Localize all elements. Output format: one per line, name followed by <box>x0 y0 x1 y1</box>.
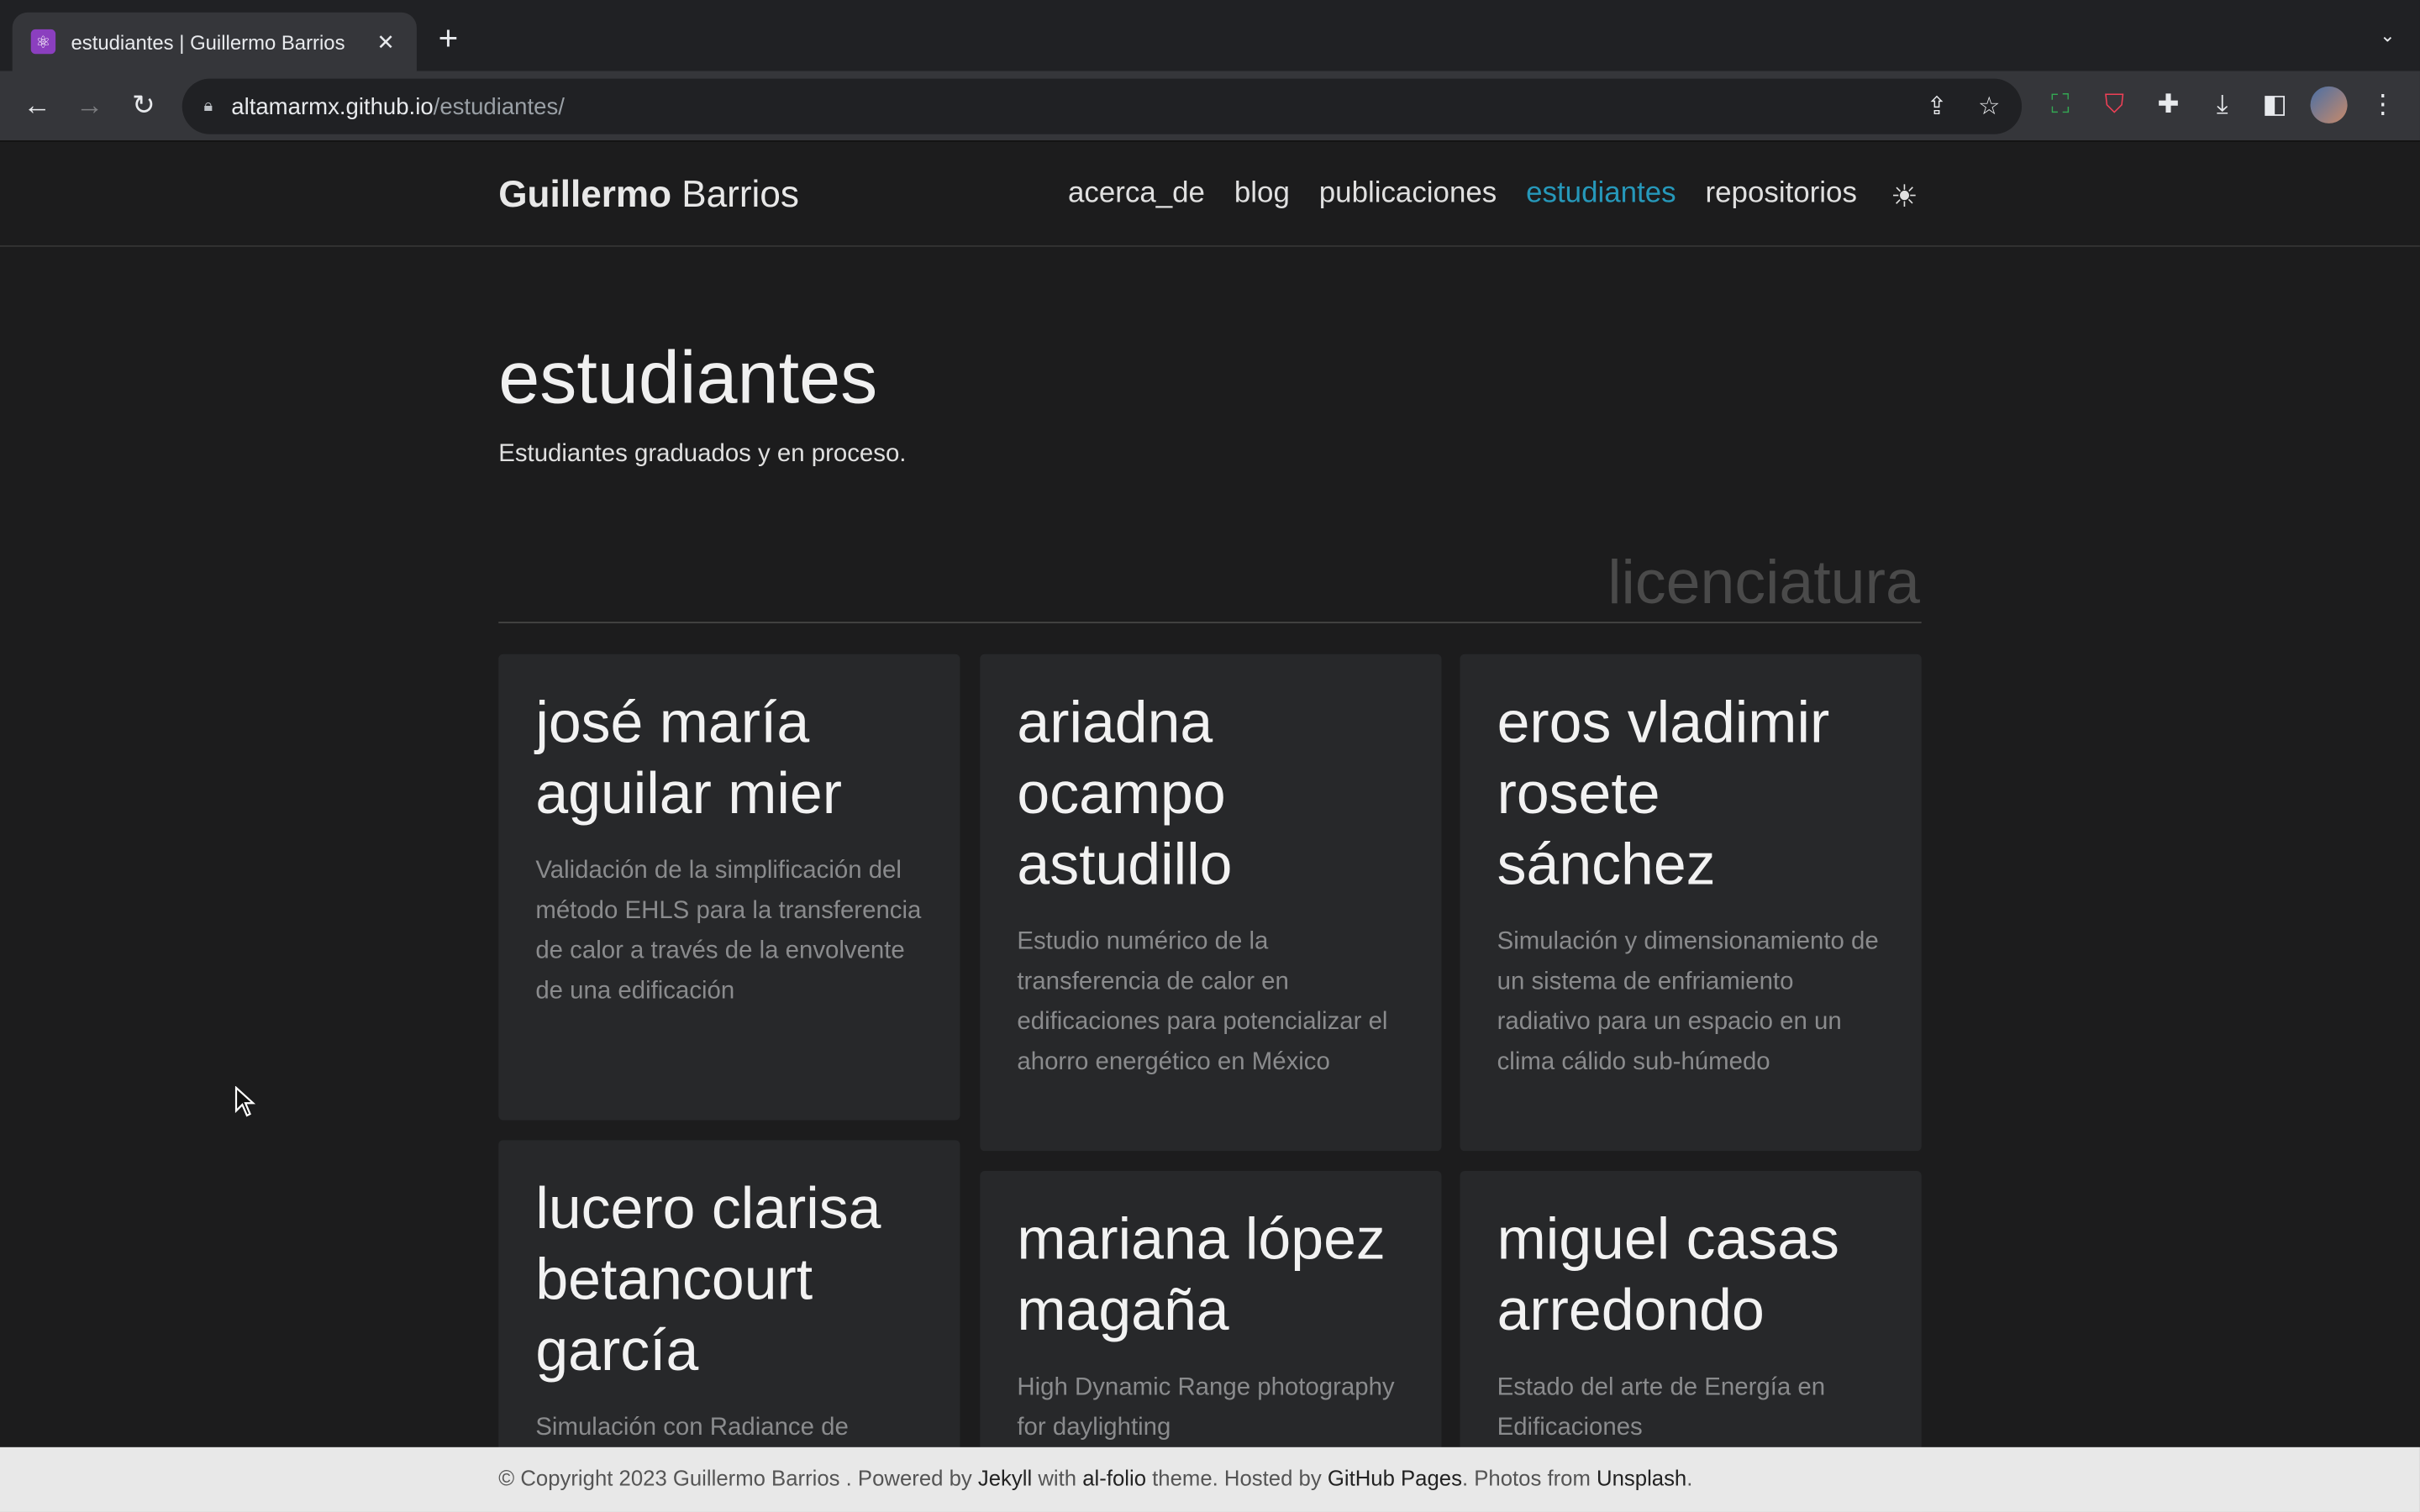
student-card[interactable]: eros vladimir rosete sánchez Simulación … <box>1460 654 1922 1152</box>
footer-text: © Copyright 2023 Guillermo Barrios . Pow… <box>498 1466 1692 1490</box>
side-panel-icon[interactable]: ◧ <box>2258 90 2291 121</box>
thesis-title: High Dynamic Range photography for dayli… <box>1017 1374 1395 1441</box>
thesis-title: Validación de la simplificación del méto… <box>535 858 922 1005</box>
student-card[interactable]: ariadna ocampo astudillo Estudio numéric… <box>980 654 1442 1152</box>
thesis-title: Estado del arte de Energía en Edificacio… <box>1497 1374 1826 1441</box>
student-name: lucero clarisa betancourt garcía <box>535 1177 881 1384</box>
thesis-title: Simulación y dimensionamiento de un sist… <box>1497 928 1879 1076</box>
site-nav: acerca_de blog publicaciones estudiantes… <box>1068 177 1857 211</box>
nav-item-publicaciones[interactable]: publicaciones <box>1319 177 1497 211</box>
page-title: estudiantes <box>498 338 878 420</box>
bookmark-star-icon[interactable]: ☆ <box>1978 91 2000 122</box>
screenshot-extension-icon[interactable]: ⛶ <box>2044 90 2077 121</box>
share-icon[interactable]: ⇪ <box>1927 91 1948 122</box>
student-name: eros vladimir rosete sánchez <box>1497 690 1830 898</box>
site-footer: © Copyright 2023 Guillermo Barrios . Pow… <box>0 1446 2420 1512</box>
download-icon[interactable]: ⤓ <box>2206 90 2239 121</box>
site-brand[interactable]: Guillermo Barrios <box>498 175 799 218</box>
react-favicon-icon: ⚛ <box>30 29 56 55</box>
student-card[interactable]: josé maría aguilar mier Validación de la… <box>498 654 960 1121</box>
footer-text-photos: . Photos from <box>1461 1465 1597 1491</box>
site-header: Guillermo Barrios acerca_de blog publica… <box>0 143 2420 247</box>
student-name: josé maría aguilar mier <box>535 690 842 827</box>
address-bar[interactable]: 🔒︎ altamarmx.github.io/estudiantes/ ⇪ ☆ <box>182 78 2023 134</box>
mouse-cursor-icon <box>234 1086 256 1117</box>
new-tab-button[interactable]: + <box>439 21 459 55</box>
footer-text-end: . <box>1686 1465 1693 1491</box>
nav-item-acerca-de[interactable]: acerca_de <box>1068 177 1205 211</box>
back-arrow-icon[interactable]: ← <box>20 90 54 121</box>
footer-text-with: with <box>1032 1465 1083 1491</box>
nav-item-estudiantes[interactable]: estudiantes <box>1526 177 1676 211</box>
pocket-icon[interactable]: ⛉ <box>2097 90 2131 121</box>
url-path: /estudiantes/ <box>433 93 565 120</box>
tab-strip: ⚛ estudiantes | Guillermo Barrios ✕ + ⌄ <box>0 0 2420 71</box>
section-divider <box>498 622 1922 624</box>
brand-last-name: Barrios <box>671 174 799 217</box>
section-title: licenciatura <box>1607 549 1920 617</box>
brand-first-name: Guillermo <box>498 174 672 217</box>
footer-copyright: © Copyright 2023 Guillermo Barrios . Pow… <box>498 1465 978 1491</box>
github-pages-link[interactable]: GitHub Pages <box>1328 1466 1462 1490</box>
tab-title: estudiantes | Guillermo Barrios <box>71 29 345 54</box>
browser-toolbar: ← → ↻ 🔒︎ altamarmx.github.io/estudiantes… <box>0 71 2420 142</box>
forward-arrow-icon[interactable]: → <box>72 90 106 121</box>
thesis-title: Estudio numérico de la transferencia de … <box>1017 928 1388 1076</box>
theme-toggle-sun-icon[interactable]: ☀ <box>1891 177 1918 216</box>
profile-avatar[interactable] <box>2310 86 2348 123</box>
browser-window: ⚛ estudiantes | Guillermo Barrios ✕ + ⌄ … <box>0 0 2420 1512</box>
browser-menu-icon[interactable]: ⋮ <box>2366 90 2400 121</box>
al-folio-link[interactable]: al-folio <box>1082 1466 1146 1490</box>
url-host: altamarmx.github.io <box>231 93 434 120</box>
jekyll-link[interactable]: Jekyll <box>978 1466 1032 1490</box>
student-name: miguel casas arredondo <box>1497 1208 1839 1344</box>
browser-tab[interactable]: ⚛ estudiantes | Guillermo Barrios ✕ <box>12 12 417 71</box>
footer-text-hosted: theme. Hosted by <box>1146 1465 1328 1491</box>
student-name: mariana lópez magaña <box>1017 1208 1386 1344</box>
extensions-puzzle-icon[interactable]: ✚ <box>2151 90 2185 121</box>
reload-icon[interactable]: ↻ <box>127 90 160 121</box>
tab-search-chevron-icon[interactable]: ⌄ <box>2380 24 2395 46</box>
nav-item-blog[interactable]: blog <box>1234 177 1290 211</box>
student-name: ariadna ocampo astudillo <box>1017 690 1233 898</box>
thesis-title: Simulación con Radiance de <box>535 1415 849 1441</box>
nav-item-repositorios[interactable]: repositorios <box>1706 177 1857 211</box>
unsplash-link[interactable]: Unsplash <box>1597 1466 1686 1490</box>
page-description: Estudiantes graduados y en proceso. <box>498 441 907 468</box>
close-tab-icon[interactable]: ✕ <box>373 29 397 55</box>
lock-icon: 🔒︎ <box>203 96 213 115</box>
